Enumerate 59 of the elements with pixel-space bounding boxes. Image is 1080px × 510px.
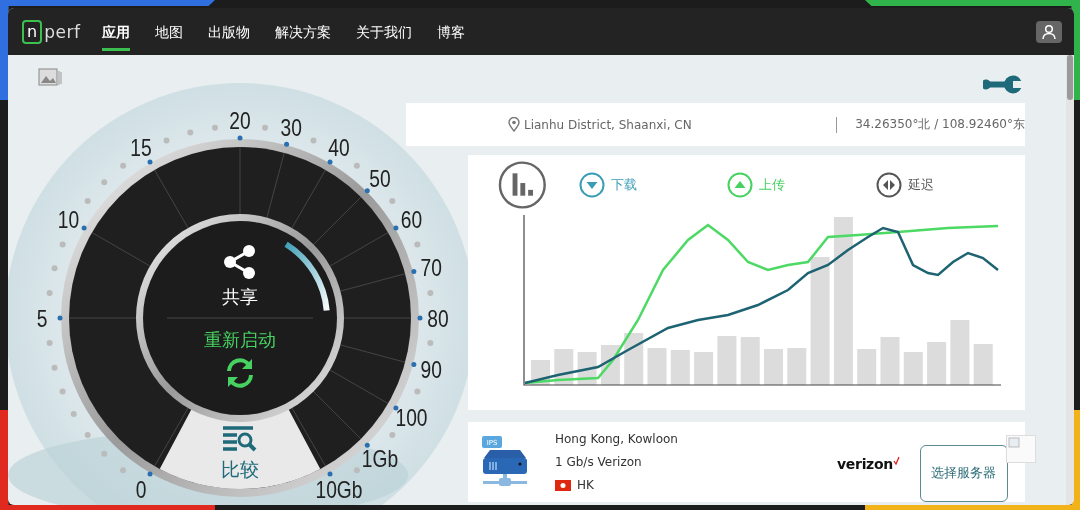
chart-bar xyxy=(624,333,644,385)
legend-label: 上传 xyxy=(759,176,786,194)
wrench-icon[interactable] xyxy=(983,75,1025,94)
chart-bar xyxy=(764,349,783,385)
chart-bar xyxy=(857,349,877,385)
scale-label: 20 xyxy=(229,106,251,135)
scale-label: 15 xyxy=(130,133,152,162)
flag-icon xyxy=(555,479,571,491)
share-button[interactable]: 共享 xyxy=(221,243,259,309)
server-location: Hong Kong, Kowloon xyxy=(555,432,679,446)
left-right-arrows-icon xyxy=(876,172,903,198)
scale-label: 10 xyxy=(57,205,80,234)
nav-link[interactable]: 出版物 xyxy=(208,18,251,51)
compare-button[interactable]: 比较 xyxy=(221,425,259,483)
scale-label: 70 xyxy=(420,253,442,282)
chart-bar xyxy=(950,320,970,385)
list-search-icon xyxy=(222,425,258,453)
scale-label: 10Gb xyxy=(315,476,363,504)
image-icon[interactable] xyxy=(38,68,62,86)
coordinates-text: 34.26350°北 / 108.92460°东 xyxy=(855,116,1025,133)
legend-label: 下载 xyxy=(610,176,637,194)
chart-bar xyxy=(903,352,923,385)
select-server-button[interactable]: 选择服务器 xyxy=(919,444,1008,502)
nav-link[interactable]: 地图 xyxy=(155,18,184,51)
location-text: Lianhu District, Shaanxi, CN xyxy=(524,117,692,132)
bar-chart-icon[interactable] xyxy=(498,160,547,210)
nperf-logo[interactable]: n perf xyxy=(22,19,81,44)
scrollbar[interactable] xyxy=(1066,55,1074,505)
scale-label: 90 xyxy=(420,356,442,384)
restart-button[interactable]: 重新启动 xyxy=(204,328,276,390)
scale-label: 60 xyxy=(400,205,423,234)
map-pin-icon xyxy=(508,117,520,132)
user-button[interactable] xyxy=(1036,20,1062,43)
chart-bar xyxy=(973,344,993,385)
scale-label: 1Gb xyxy=(361,444,399,473)
chart-bar xyxy=(927,342,947,385)
scale-label: 30 xyxy=(280,113,302,142)
scale-label: 40 xyxy=(328,133,350,162)
chart-bar xyxy=(787,348,807,385)
scale-label: 50 xyxy=(369,164,391,193)
nav-link[interactable]: 博客 xyxy=(437,18,466,51)
user-icon xyxy=(1041,23,1057,40)
scale-label: 80 xyxy=(427,304,449,333)
nav-link[interactable]: 关于我们 xyxy=(356,18,413,51)
legend-label: 延迟 xyxy=(908,176,935,194)
chart-bar xyxy=(880,337,900,385)
chart-bar xyxy=(717,336,737,385)
chart-bar xyxy=(647,348,667,385)
scale-label: 100 xyxy=(395,403,428,432)
chart-bar xyxy=(694,352,714,385)
provider-logo: verizon xyxy=(837,456,900,472)
chart-bar xyxy=(670,350,690,385)
nav-link[interactable]: 应用 xyxy=(102,18,131,51)
scale-label: 5 xyxy=(36,304,48,333)
chart-bar xyxy=(740,337,760,385)
nav-link[interactable]: 解决方案 xyxy=(275,18,332,51)
scale-label: 0 xyxy=(135,476,147,504)
country-code: HK xyxy=(577,478,594,492)
server-provider: 1 Gb/s Verizon xyxy=(555,455,643,469)
